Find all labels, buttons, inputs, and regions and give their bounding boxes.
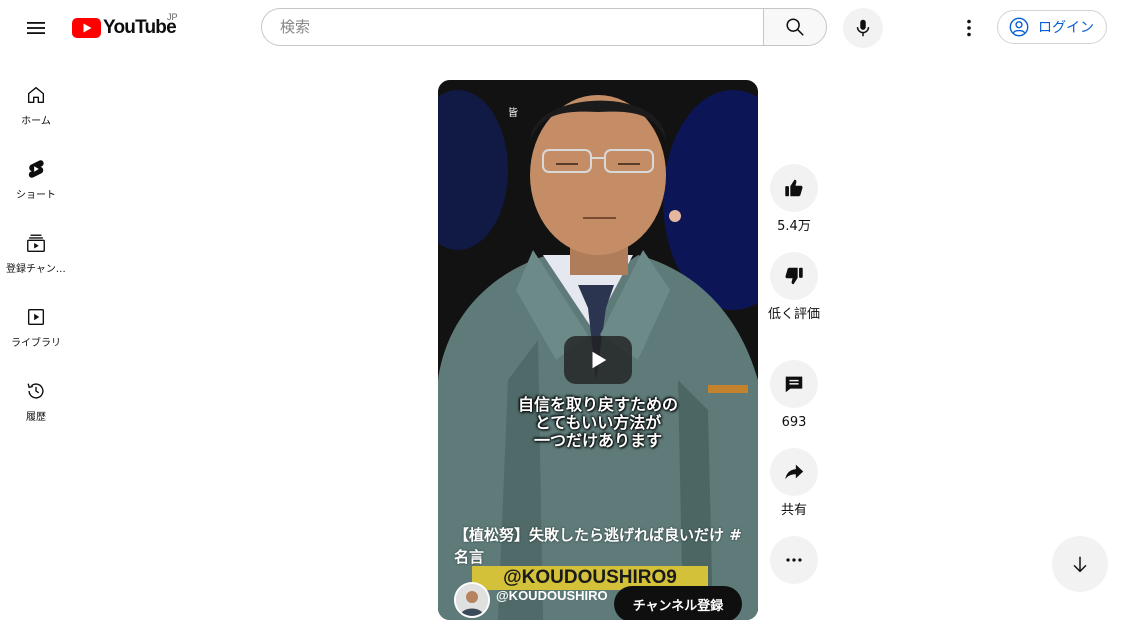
comments-button[interactable] (770, 360, 818, 408)
next-video-button[interactable] (1052, 536, 1108, 592)
sidebar-item-subscriptions[interactable]: 登録チャンネル (4, 220, 68, 284)
search-icon (786, 18, 804, 36)
channel-info[interactable]: @KOUDOUSHIRO (454, 582, 608, 618)
channel-name[interactable]: @KOUDOUSHIRO (496, 588, 608, 603)
search-box[interactable] (261, 8, 763, 46)
play-button[interactable] (564, 336, 632, 384)
share-button[interactable] (770, 448, 818, 496)
more-vertical-icon (967, 19, 971, 37)
share-icon (785, 464, 804, 480)
dislike-action: 低く評価 (768, 252, 820, 324)
voice-search-button[interactable] (843, 8, 883, 48)
video-title[interactable]: 【植松努】失敗したら逃げれば良いだけ #名言 (454, 524, 746, 568)
youtube-play-logo-icon (72, 18, 101, 38)
video-caption: 自信を取り戻すための とてもいい方法が 一つだけあります (438, 396, 758, 450)
search-input[interactable] (278, 17, 747, 37)
avatar-image (456, 584, 488, 616)
more-horizontal-icon (786, 558, 802, 562)
account-circle-icon (1009, 17, 1029, 37)
caption-line: とてもいい方法が (534, 413, 662, 432)
comment-count: 693 (781, 415, 807, 430)
sidebar-item-home[interactable]: ホーム (4, 72, 68, 136)
history-icon (27, 383, 44, 399)
sidebar-item-label: 履歴 (26, 412, 46, 423)
short-video-player[interactable]: 皆 自信を取り戻すための とてもいい方法が 一つだけあります 【植松努】失敗した… (438, 80, 758, 620)
play-icon (592, 351, 607, 369)
like-action: 5.4万 (770, 164, 818, 236)
microphone-icon (856, 19, 870, 37)
library-icon (27, 308, 45, 326)
sidebar-item-label: ライブラリ (11, 338, 61, 349)
sidebar-item-label: ホーム (21, 116, 51, 127)
dislike-button[interactable] (770, 252, 818, 300)
more-actions-button[interactable] (770, 536, 818, 584)
sidebar-item-label: ショート (16, 190, 56, 201)
channel-avatar[interactable] (454, 582, 490, 618)
share-action: 共有 (770, 448, 818, 520)
share-label: 共有 (780, 503, 807, 518)
caption-line: 自信を取り戻すための (517, 395, 678, 414)
sidebar-item-shorts[interactable]: ショート (4, 146, 68, 210)
subscribe-button[interactable]: チャンネル登録 (614, 586, 742, 620)
comment-action: 693 (770, 360, 818, 432)
sidebar-item-library[interactable]: ライブラリ (4, 294, 68, 358)
login-label: ログイン (1038, 19, 1094, 35)
search-button[interactable] (763, 8, 827, 46)
video-overlay-text: 皆 (508, 108, 518, 119)
dislike-label: 低く評価 (767, 307, 820, 322)
login-button[interactable]: ログイン (997, 10, 1107, 44)
logo-wordmark: YouTube (103, 17, 177, 38)
subscriptions-icon (27, 234, 45, 252)
comment-icon (785, 376, 803, 393)
like-button[interactable] (770, 164, 818, 212)
settings-more-button[interactable] (949, 8, 989, 48)
thumbs-up-icon (785, 179, 803, 197)
sidebar-item-history[interactable]: 履歴 (4, 368, 68, 432)
guide-menu-button[interactable] (16, 8, 56, 48)
logo-region-code: JP (167, 12, 178, 22)
caption-line: 一つだけあります (533, 431, 662, 450)
shorts-icon (28, 160, 44, 178)
thumbs-down-icon (785, 267, 803, 285)
more-action (770, 536, 818, 584)
sidebar-item-label: 登録チャンネル (6, 264, 66, 275)
arrow-down-icon (1073, 556, 1087, 573)
hamburger-icon (27, 22, 45, 34)
like-count: 5.4万 (777, 219, 811, 234)
top-bar: YouTube JP ログイン (0, 0, 1124, 56)
home-icon (27, 86, 45, 104)
youtube-logo[interactable]: YouTube (72, 17, 177, 39)
